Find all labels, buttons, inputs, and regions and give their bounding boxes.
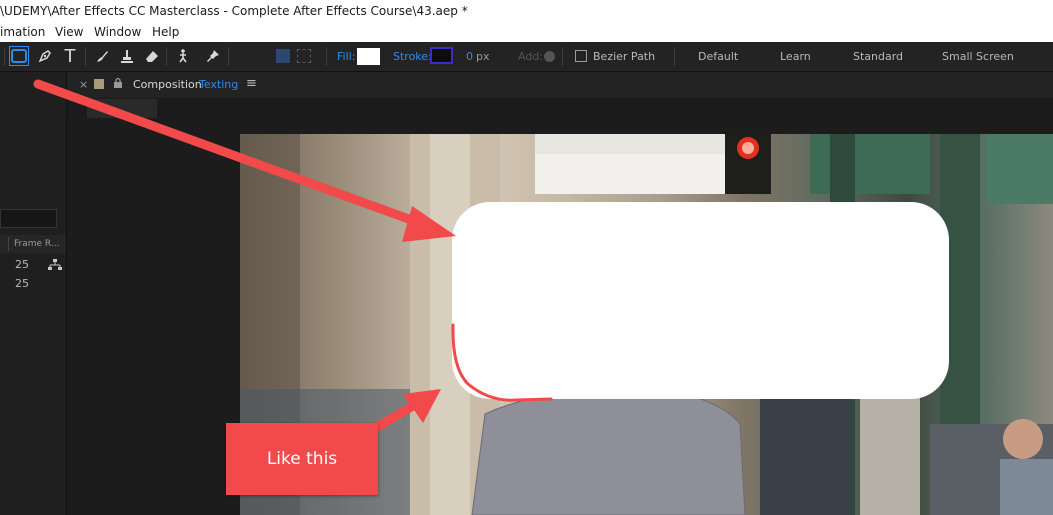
callout-text: Like this <box>266 449 338 469</box>
annotation-callout: Like this <box>226 423 378 495</box>
pointer-arrow-top <box>33 79 456 242</box>
annotation-overlay <box>33 79 553 445</box>
bubble-tail-sketch <box>451 323 553 402</box>
